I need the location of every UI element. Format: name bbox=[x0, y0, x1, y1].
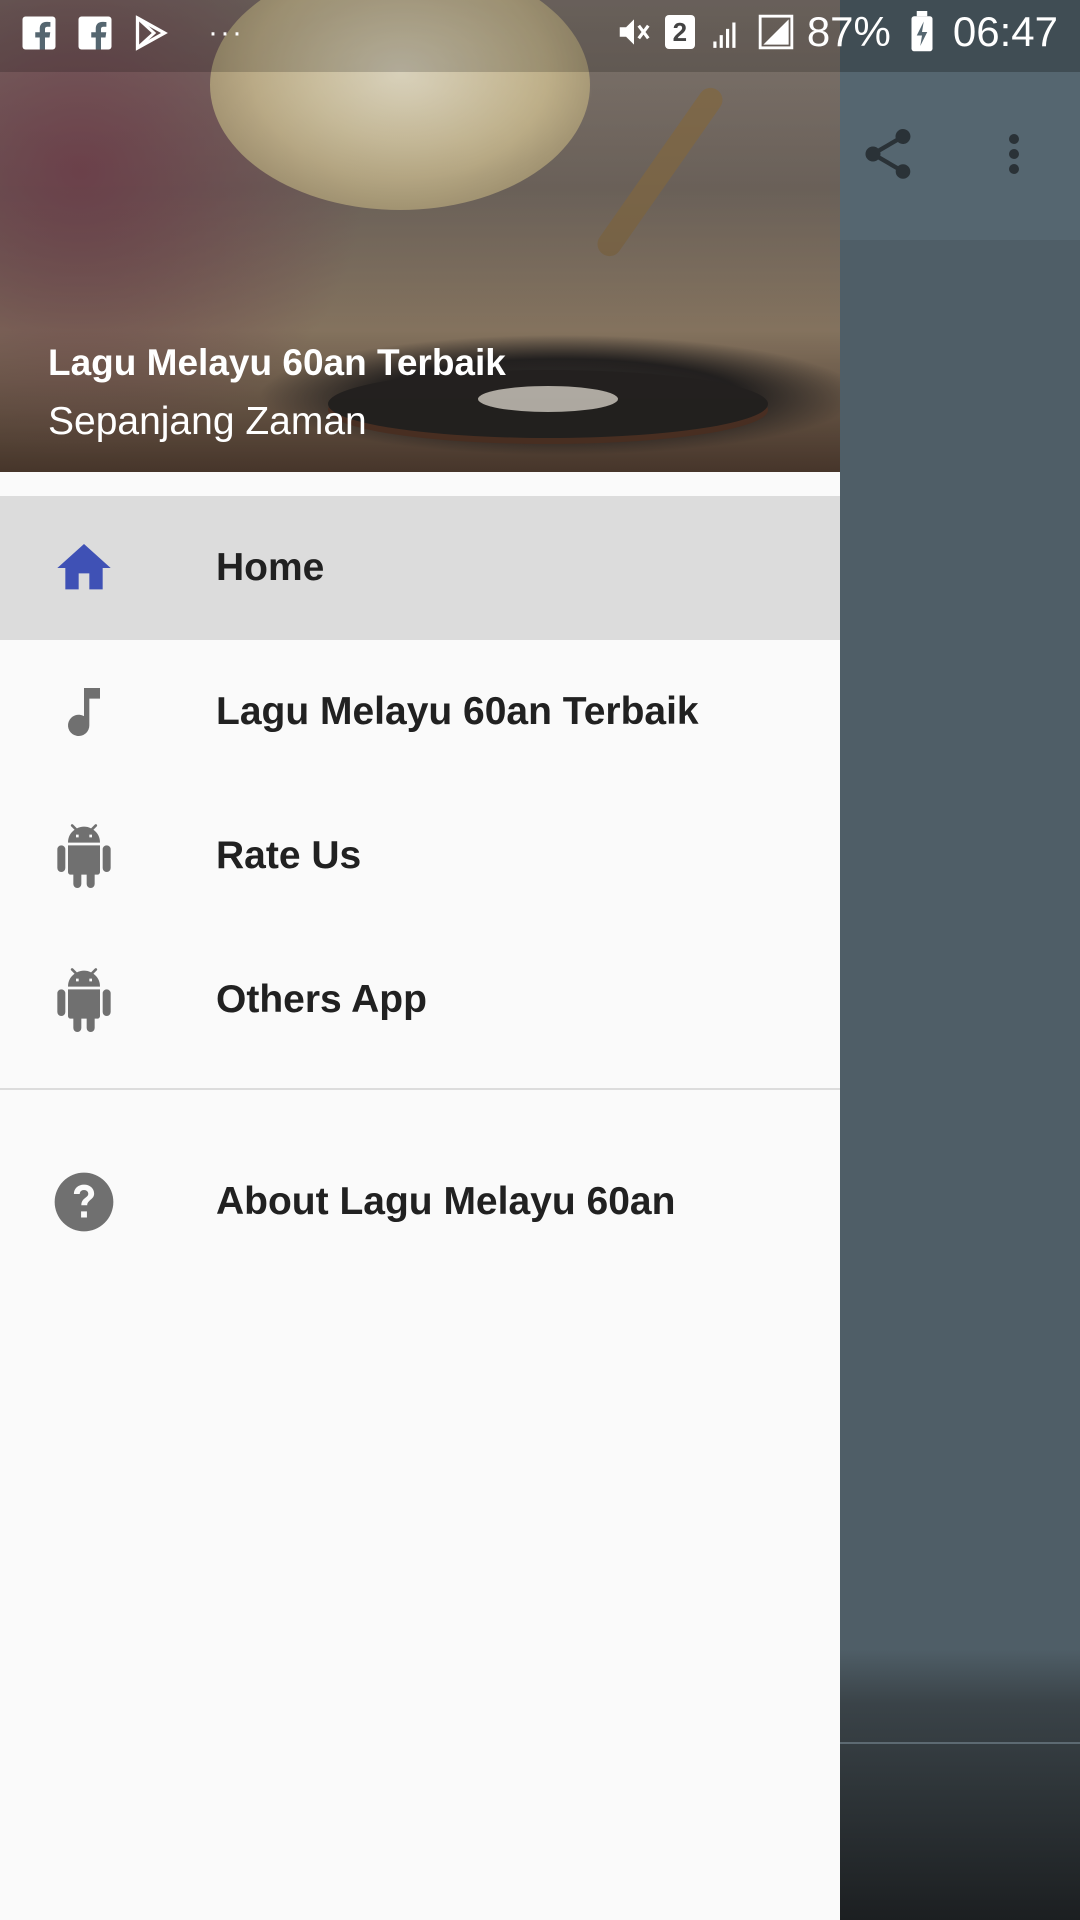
bottom-divider bbox=[840, 1742, 1080, 1744]
drawer-menu: Home Lagu Melayu 60an Terbaik Rate Us Ot… bbox=[0, 496, 840, 1282]
nav-item-about[interactable]: About Lagu Melayu 60an bbox=[0, 1122, 840, 1282]
facebook-icon bbox=[20, 14, 58, 52]
nav-item-label: Lagu Melayu 60an Terbaik bbox=[216, 690, 699, 733]
battery-percent: 87% bbox=[806, 8, 891, 55]
drawer-header-title: Lagu Melayu 60an Terbaik bbox=[48, 342, 506, 383]
nav-item-label: Home bbox=[216, 546, 325, 589]
nav-item-rate-us[interactable]: Rate Us bbox=[0, 784, 840, 928]
navigation-drawer: Lagu Melayu 60an Terbaik Sepanjang Zaman… bbox=[0, 0, 840, 1920]
music-note-icon bbox=[52, 680, 116, 744]
menu-divider bbox=[0, 1088, 840, 1090]
more-vert-icon[interactable] bbox=[978, 118, 1050, 190]
signal-icon bbox=[707, 13, 745, 51]
nav-item-home[interactable]: Home bbox=[0, 496, 840, 640]
nav-item-label: About Lagu Melayu 60an bbox=[216, 1180, 676, 1223]
drawer-header-subtitle: Sepanjang Zaman bbox=[48, 400, 367, 443]
play-store-icon bbox=[132, 14, 170, 52]
nav-item-songs[interactable]: Lagu Melayu 60an Terbaik bbox=[0, 640, 840, 784]
facebook-icon bbox=[76, 14, 114, 52]
help-icon bbox=[52, 1170, 116, 1234]
status-bar: ··· 2 87% 06:47 bbox=[0, 0, 1080, 72]
nav-item-label: Rate Us bbox=[216, 834, 362, 877]
more-notifications: ··· bbox=[208, 16, 244, 49]
home-icon bbox=[52, 536, 116, 600]
nav-item-others-app[interactable]: Others App bbox=[0, 928, 840, 1072]
sim-badge: 2 bbox=[664, 15, 695, 49]
clock: 06:47 bbox=[952, 8, 1058, 55]
nav-item-label: Others App bbox=[216, 978, 427, 1021]
signal-icon bbox=[757, 13, 795, 51]
mute-icon bbox=[615, 13, 653, 51]
share-icon[interactable] bbox=[852, 118, 924, 190]
android-icon bbox=[52, 824, 116, 888]
android-icon bbox=[52, 968, 116, 1032]
bottom-gradient bbox=[840, 1650, 1080, 1920]
battery-charging-icon bbox=[903, 11, 941, 52]
